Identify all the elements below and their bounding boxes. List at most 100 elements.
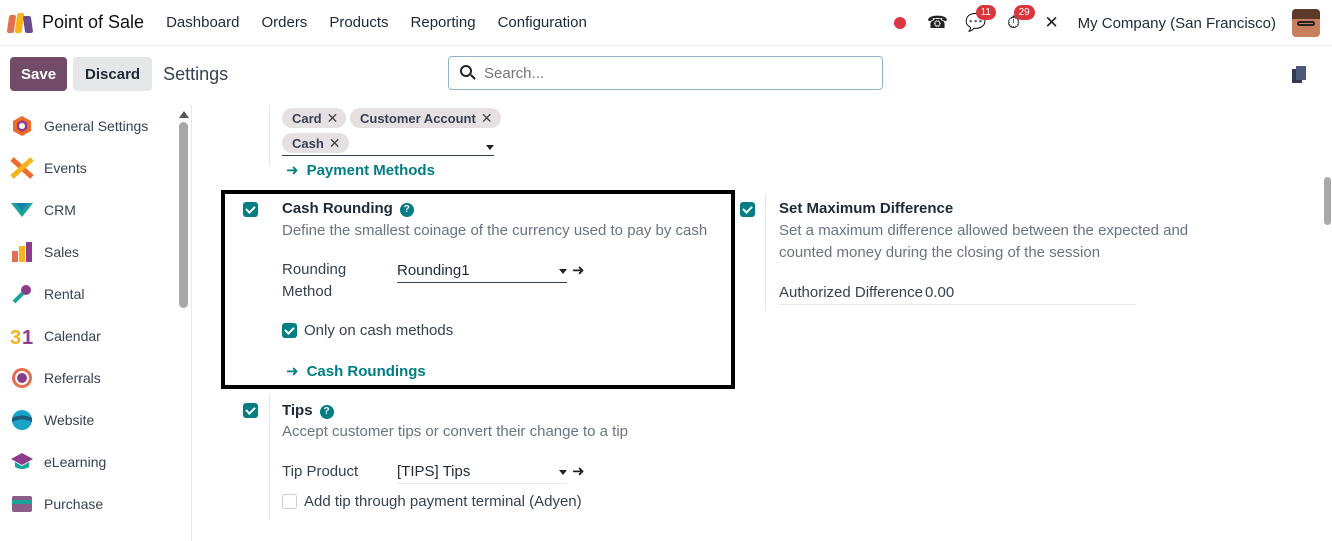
- tag-label: Cash: [292, 135, 324, 151]
- sidebar-scrollbar[interactable]: [179, 111, 189, 521]
- svg-text:1: 1: [22, 327, 33, 347]
- sidebar-item-label: Website: [44, 412, 95, 428]
- phone-icon[interactable]: ☎: [926, 11, 950, 35]
- rental-icon: [10, 283, 34, 305]
- tag-label: Card: [292, 110, 322, 126]
- referrals-icon: [10, 367, 34, 389]
- max-difference-title: Set Maximum Difference: [779, 200, 954, 217]
- sidebar-item-calendar[interactable]: 31 Calendar: [0, 315, 191, 357]
- select-value: [TIPS] Tips: [397, 463, 471, 480]
- top-navbar: Point of Sale Dashboard Orders Products …: [0, 0, 1332, 46]
- pos-logo-icon: [6, 12, 34, 33]
- search-icon: [460, 65, 476, 81]
- recording-icon[interactable]: [888, 11, 912, 35]
- control-panel: Save Discard Settings: [0, 46, 1332, 102]
- menu-dashboard[interactable]: Dashboard: [166, 14, 239, 31]
- sidebar-item-rental[interactable]: Rental: [0, 273, 191, 315]
- crm-icon: [10, 199, 34, 221]
- elearning-icon: [10, 451, 34, 473]
- sidebar-item-label: Sales: [44, 244, 80, 260]
- highlight-box: [221, 190, 735, 389]
- svg-text:3: 3: [10, 327, 21, 347]
- website-icon: [10, 409, 34, 431]
- messages-badge: 11: [975, 5, 996, 20]
- sidebar-item-referrals[interactable]: Referrals: [0, 357, 191, 399]
- main-menu: Dashboard Orders Products Reporting Conf…: [166, 14, 609, 31]
- sidebar-item-label: Events: [44, 160, 87, 176]
- sidebar-item-label: Calendar: [44, 328, 101, 344]
- save-button[interactable]: Save: [10, 57, 68, 91]
- authorized-difference-input[interactable]: 0.00: [925, 282, 954, 304]
- menu-reporting[interactable]: Reporting: [411, 14, 476, 31]
- activities-icon[interactable]: ⏱ 29: [1002, 5, 1035, 35]
- documentation-icon[interactable]: [1292, 66, 1306, 83]
- debug-tools-icon[interactable]: ✕: [1040, 11, 1064, 35]
- sidebar-item-elearning[interactable]: eLearning: [0, 441, 191, 483]
- remove-tag-icon[interactable]: ✕: [327, 110, 339, 127]
- search-input[interactable]: [484, 64, 864, 82]
- activities-badge: 29: [1013, 5, 1035, 20]
- menu-orders[interactable]: Orders: [261, 14, 307, 31]
- chevron-down-icon: [559, 470, 567, 475]
- discard-button[interactable]: Discard: [73, 57, 153, 91]
- tags-input-underline: [282, 155, 494, 156]
- remove-tag-icon[interactable]: ✕: [329, 135, 341, 152]
- user-avatar[interactable]: [1292, 9, 1320, 37]
- systray: ☎ 💬 11 ⏱ 29 ✕ My Company (San Francisco): [874, 0, 1320, 46]
- sidebar-item-sales[interactable]: Sales: [0, 231, 191, 273]
- divider: [269, 395, 270, 520]
- internal-link-arrow-icon[interactable]: ➜: [572, 462, 585, 480]
- sidebar-item-label: eLearning: [44, 454, 107, 470]
- tip-terminal-label: Add tip through payment terminal (Adyen): [304, 493, 582, 510]
- settings-sidebar: General Settings Events CRM Sales Rental…: [0, 105, 192, 541]
- purchase-icon: [10, 493, 34, 515]
- app-name: Point of Sale: [42, 12, 145, 32]
- authorized-difference-label: Authorized Difference: [779, 284, 923, 301]
- tip-terminal-checkbox[interactable]: [282, 494, 297, 509]
- sidebar-item-events[interactable]: Events: [0, 147, 191, 189]
- calendar-icon: 31: [10, 325, 34, 347]
- remove-tag-icon[interactable]: ✕: [481, 110, 493, 127]
- link-label: Payment Methods: [306, 161, 435, 179]
- sidebar-item-label: CRM: [44, 202, 76, 218]
- sidebar-item-label: General Settings: [44, 118, 149, 134]
- company-switcher[interactable]: My Company (San Francisco): [1078, 15, 1276, 32]
- tips-description: Accept customer tips or convert their ch…: [282, 423, 629, 440]
- sidebar-item-purchase[interactable]: Purchase: [0, 483, 191, 525]
- payment-methods-link[interactable]: ➜ Payment Methods: [286, 161, 435, 180]
- tag-customer-account: Customer Account ✕: [350, 108, 501, 128]
- messages-icon[interactable]: 💬 11: [964, 5, 996, 35]
- app-brand[interactable]: Point of Sale: [6, 12, 145, 33]
- divider: [765, 195, 766, 311]
- setting-title: Tips: [282, 402, 313, 419]
- general-settings-icon: [10, 115, 34, 137]
- arrow-right-icon: ➜: [286, 162, 299, 179]
- sidebar-item-label: Purchase: [44, 496, 104, 512]
- search-box[interactable]: [448, 56, 883, 90]
- tips-title: Tips?: [282, 402, 334, 419]
- sidebar-item-website[interactable]: Website: [0, 399, 191, 441]
- events-icon: [10, 157, 34, 179]
- tag-label: Customer Account: [360, 110, 476, 126]
- help-icon[interactable]: ?: [319, 405, 334, 419]
- menu-configuration[interactable]: Configuration: [498, 14, 587, 31]
- sidebar-item-crm[interactable]: CRM: [0, 189, 191, 231]
- max-difference-checkbox[interactable]: [740, 202, 755, 217]
- tip-product-label: Tip Product: [282, 463, 359, 480]
- chevron-down-icon[interactable]: [486, 145, 494, 150]
- sidebar-item-label: Referrals: [44, 370, 101, 386]
- tip-product-select[interactable]: [TIPS] Tips: [397, 462, 567, 484]
- menu-products[interactable]: Products: [329, 14, 388, 31]
- sidebar-item-general-settings[interactable]: General Settings: [0, 105, 191, 147]
- input-underline: [779, 304, 1136, 305]
- tips-checkbox[interactable]: [243, 403, 258, 418]
- tag-card: Card ✕: [282, 108, 347, 128]
- divider: [269, 105, 270, 165]
- sales-icon: [10, 241, 34, 263]
- max-difference-description-line2: counted money during the closing of the …: [779, 244, 1101, 261]
- page-title: Settings: [163, 63, 229, 84]
- sidebar-item-label: Rental: [44, 286, 85, 302]
- max-difference-description-line1: Set a maximum difference allowed between…: [779, 222, 1189, 239]
- tag-cash: Cash ✕: [282, 133, 349, 153]
- content-scrollbar[interactable]: [1324, 105, 1332, 541]
